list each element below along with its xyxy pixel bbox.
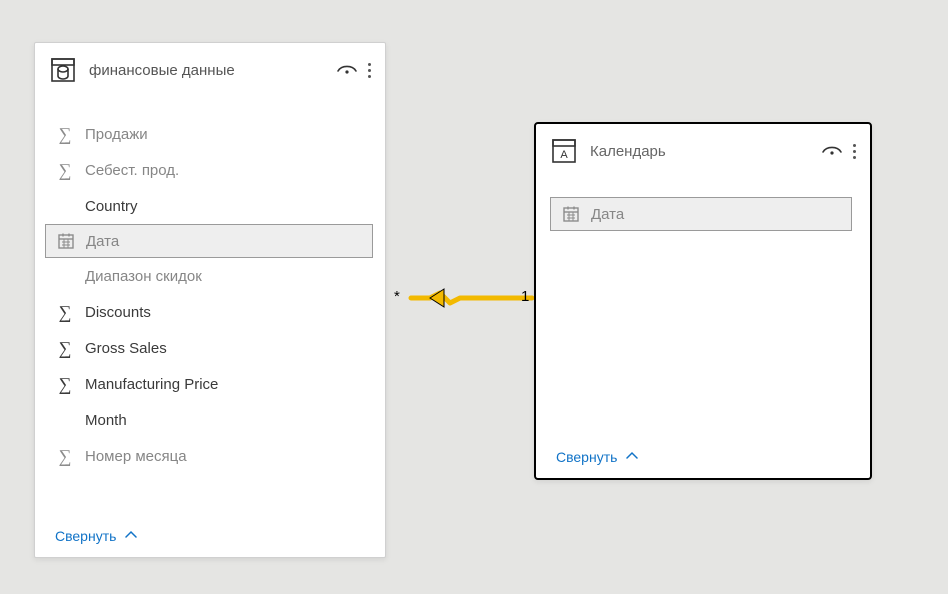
collapse-button-calendar[interactable]: Свернуть <box>536 436 870 478</box>
field-label: Себест. прод. <box>85 162 179 179</box>
chevron-up-icon <box>124 528 138 545</box>
table-title-calendar: Календарь <box>590 143 821 160</box>
sigma-icon: ∑ <box>51 447 79 465</box>
table-header-financial: финансовые данные <box>35 43 385 98</box>
field-label: Номер месяца <box>85 448 187 465</box>
field-list-calendar: Дата <box>536 179 870 436</box>
field-row[interactable]: Дата <box>45 224 373 258</box>
relationship-left-cardinality: * <box>394 288 400 305</box>
storage-icon <box>49 56 77 84</box>
visibility-icon[interactable] <box>821 140 843 162</box>
field-label: Manufacturing Price <box>85 376 218 393</box>
field-label: Country <box>85 198 138 215</box>
field-label: Gross Sales <box>85 340 167 357</box>
calendar-icon <box>52 232 80 250</box>
field-row[interactable]: Month <box>39 402 377 438</box>
calendar-icon <box>557 205 585 223</box>
field-scroll-calendar[interactable]: Дата <box>540 197 862 422</box>
field-list-financial: ∑ Продажи ∑ Себест. прод. Country Дата Диапаз… <box>35 98 385 515</box>
field-scroll-financial[interactable]: ∑ Продажи ∑ Себест. прод. Country Дата Диапаз… <box>39 116 377 501</box>
more-options-icon[interactable] <box>368 63 371 78</box>
sigma-icon: ∑ <box>51 375 79 393</box>
field-row[interactable]: Country <box>39 188 377 224</box>
field-label: Month <box>85 412 127 429</box>
chevron-up-icon <box>625 449 639 466</box>
svg-text:A: A <box>560 149 568 161</box>
field-label: Продажи <box>85 126 148 143</box>
field-row[interactable]: ∑ Discounts <box>39 294 377 330</box>
visibility-icon[interactable] <box>336 59 358 81</box>
field-row[interactable]: ∑ Продажи <box>39 116 377 152</box>
sigma-icon: ∑ <box>51 339 79 357</box>
field-label: Дата <box>86 233 119 250</box>
collapse-button-financial[interactable]: Свернуть <box>35 515 385 557</box>
sigma-icon: ∑ <box>51 125 79 143</box>
field-row[interactable]: ∑ Gross Sales <box>39 330 377 366</box>
relationship-right-cardinality: 1 <box>521 288 529 305</box>
table-title-financial: финансовые данные <box>89 62 336 79</box>
sigma-icon: ∑ <box>51 161 79 179</box>
field-row[interactable]: Диапазон скидок <box>39 258 377 294</box>
more-options-icon[interactable] <box>853 144 856 159</box>
field-row[interactable]: ∑ Номер месяца <box>39 438 377 474</box>
field-label: Диапазон скидок <box>85 268 202 285</box>
field-label: Discounts <box>85 304 151 321</box>
table-header-calendar: A Календарь <box>536 124 870 179</box>
field-row[interactable]: Дата <box>550 197 852 231</box>
table-card-financial[interactable]: финансовые данные ∑ Продажи ∑ Себест. прод.… <box>34 42 386 558</box>
field-label: Дата <box>591 206 624 223</box>
date-table-icon: A <box>550 137 578 165</box>
table-card-calendar[interactable]: A Календарь <box>534 122 872 480</box>
field-row[interactable]: ∑ Себест. прод. <box>39 152 377 188</box>
field-row[interactable]: ∑ Manufacturing Price <box>39 366 377 402</box>
sigma-icon: ∑ <box>51 303 79 321</box>
